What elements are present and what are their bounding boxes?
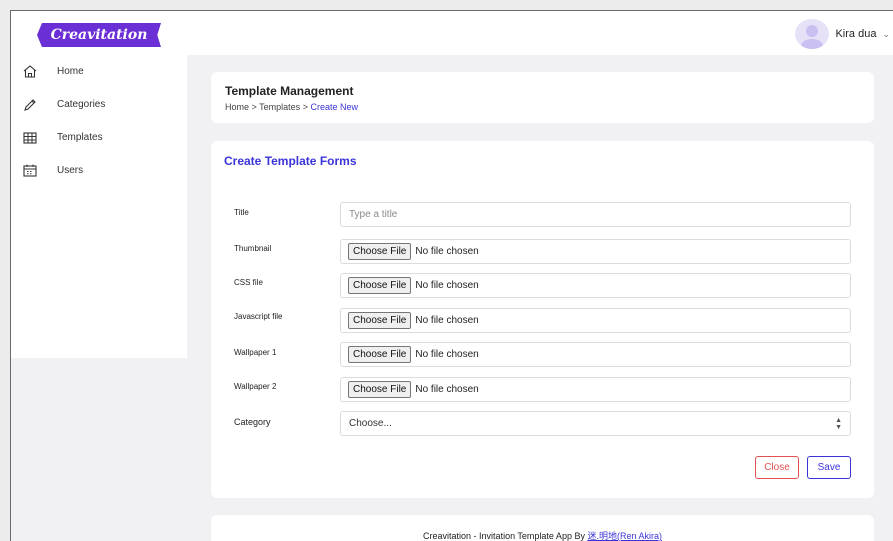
css-file-label: CSS file — [234, 278, 263, 287]
form-title: Create Template Forms — [224, 154, 357, 168]
table-icon — [21, 131, 39, 145]
javascript-choose-file-button[interactable]: Choose File — [348, 312, 412, 329]
sidebar-item-label: Categories — [57, 99, 106, 110]
css-file-field: Choose File No file chosen — [340, 273, 851, 298]
sidebar: Home Categories Templates Users — [11, 55, 187, 358]
wallpaper-2-label: Wallpaper 2 — [234, 382, 277, 391]
javascript-file-label: Javascript file — [234, 312, 283, 321]
wallpaper-1-choose-file-button[interactable]: Choose File — [348, 346, 412, 363]
title-field — [340, 202, 851, 227]
sidebar-item-categories[interactable]: Categories — [11, 88, 187, 121]
page-header-card: Template Management Home > Templates > C… — [211, 72, 874, 123]
breadcrumb-templates[interactable]: Templates — [259, 102, 300, 112]
thumbnail-label: Thumbnail — [234, 244, 272, 253]
wallpaper-2-file-status: No file chosen — [415, 384, 479, 395]
wallpaper-1-file-status: No file chosen — [415, 349, 479, 360]
app-window: Creavitation Kira dua ⌄ Home Categories … — [10, 10, 893, 541]
footer-credit: Creavitation - Invitation Template App B… — [423, 531, 588, 541]
top-bar: Creavitation Kira dua ⌄ — [11, 11, 893, 55]
title-input[interactable] — [341, 203, 850, 226]
thumbnail-file-field: Choose File No file chosen — [340, 239, 851, 264]
thumbnail-file-status: No file chosen — [415, 246, 479, 257]
save-button[interactable]: Save — [807, 456, 851, 479]
wallpaper-2-choose-file-button[interactable]: Choose File — [348, 381, 412, 398]
category-selected-value: Choose... — [349, 418, 392, 429]
sidebar-item-label: Users — [57, 165, 84, 176]
sidebar-item-users[interactable]: Users — [11, 154, 187, 187]
footer-author-link[interactable]: 迷.明地(Ren Akira) — [587, 531, 662, 541]
sidebar-item-templates[interactable]: Templates — [11, 121, 187, 154]
thumbnail-choose-file-button[interactable]: Choose File — [348, 243, 412, 260]
avatar[interactable] — [795, 19, 830, 49]
css-file-status: No file chosen — [415, 280, 479, 291]
pencil-icon — [21, 98, 39, 112]
breadcrumb-current: Create New — [310, 102, 358, 112]
javascript-file-field: Choose File No file chosen — [340, 308, 851, 333]
breadcrumb-home[interactable]: Home — [225, 102, 249, 112]
wallpaper-1-file-field: Choose File No file chosen — [340, 342, 851, 367]
wallpaper-1-label: Wallpaper 1 — [234, 348, 277, 357]
title-label: Title — [234, 208, 249, 217]
app-logo[interactable]: Creavitation — [37, 23, 161, 47]
calendar-icon — [21, 164, 39, 178]
home-icon — [21, 65, 39, 79]
close-button[interactable]: Close — [755, 456, 799, 479]
breadcrumb: Home > Templates > Create New — [225, 102, 358, 112]
sidebar-item-label: Home — [57, 66, 84, 77]
footer: Creavitation - Invitation Template App B… — [211, 515, 874, 541]
category-select[interactable]: Choose... ▲ ▼ — [340, 411, 851, 436]
sidebar-item-label: Templates — [57, 132, 103, 143]
css-choose-file-button[interactable]: Choose File — [348, 277, 412, 294]
javascript-file-status: No file chosen — [415, 315, 479, 326]
user-name[interactable]: Kira dua — [835, 28, 876, 40]
footer-text: Creavitation - Invitation Template App B… — [211, 529, 874, 541]
breadcrumb-separator: > — [251, 102, 257, 112]
create-template-form: Create Template Forms Title Thumbnail Ch… — [211, 141, 874, 498]
select-arrows-icon: ▲ ▼ — [835, 416, 842, 431]
page-title: Template Management — [225, 84, 354, 98]
user-menu[interactable]: Kira dua ⌄ — [795, 19, 890, 49]
category-label: Category — [234, 417, 271, 427]
breadcrumb-separator: > — [302, 102, 308, 112]
chevron-down-icon[interactable]: ⌄ — [882, 29, 890, 40]
sidebar-item-home[interactable]: Home — [11, 55, 187, 88]
wallpaper-2-file-field: Choose File No file chosen — [340, 377, 851, 402]
